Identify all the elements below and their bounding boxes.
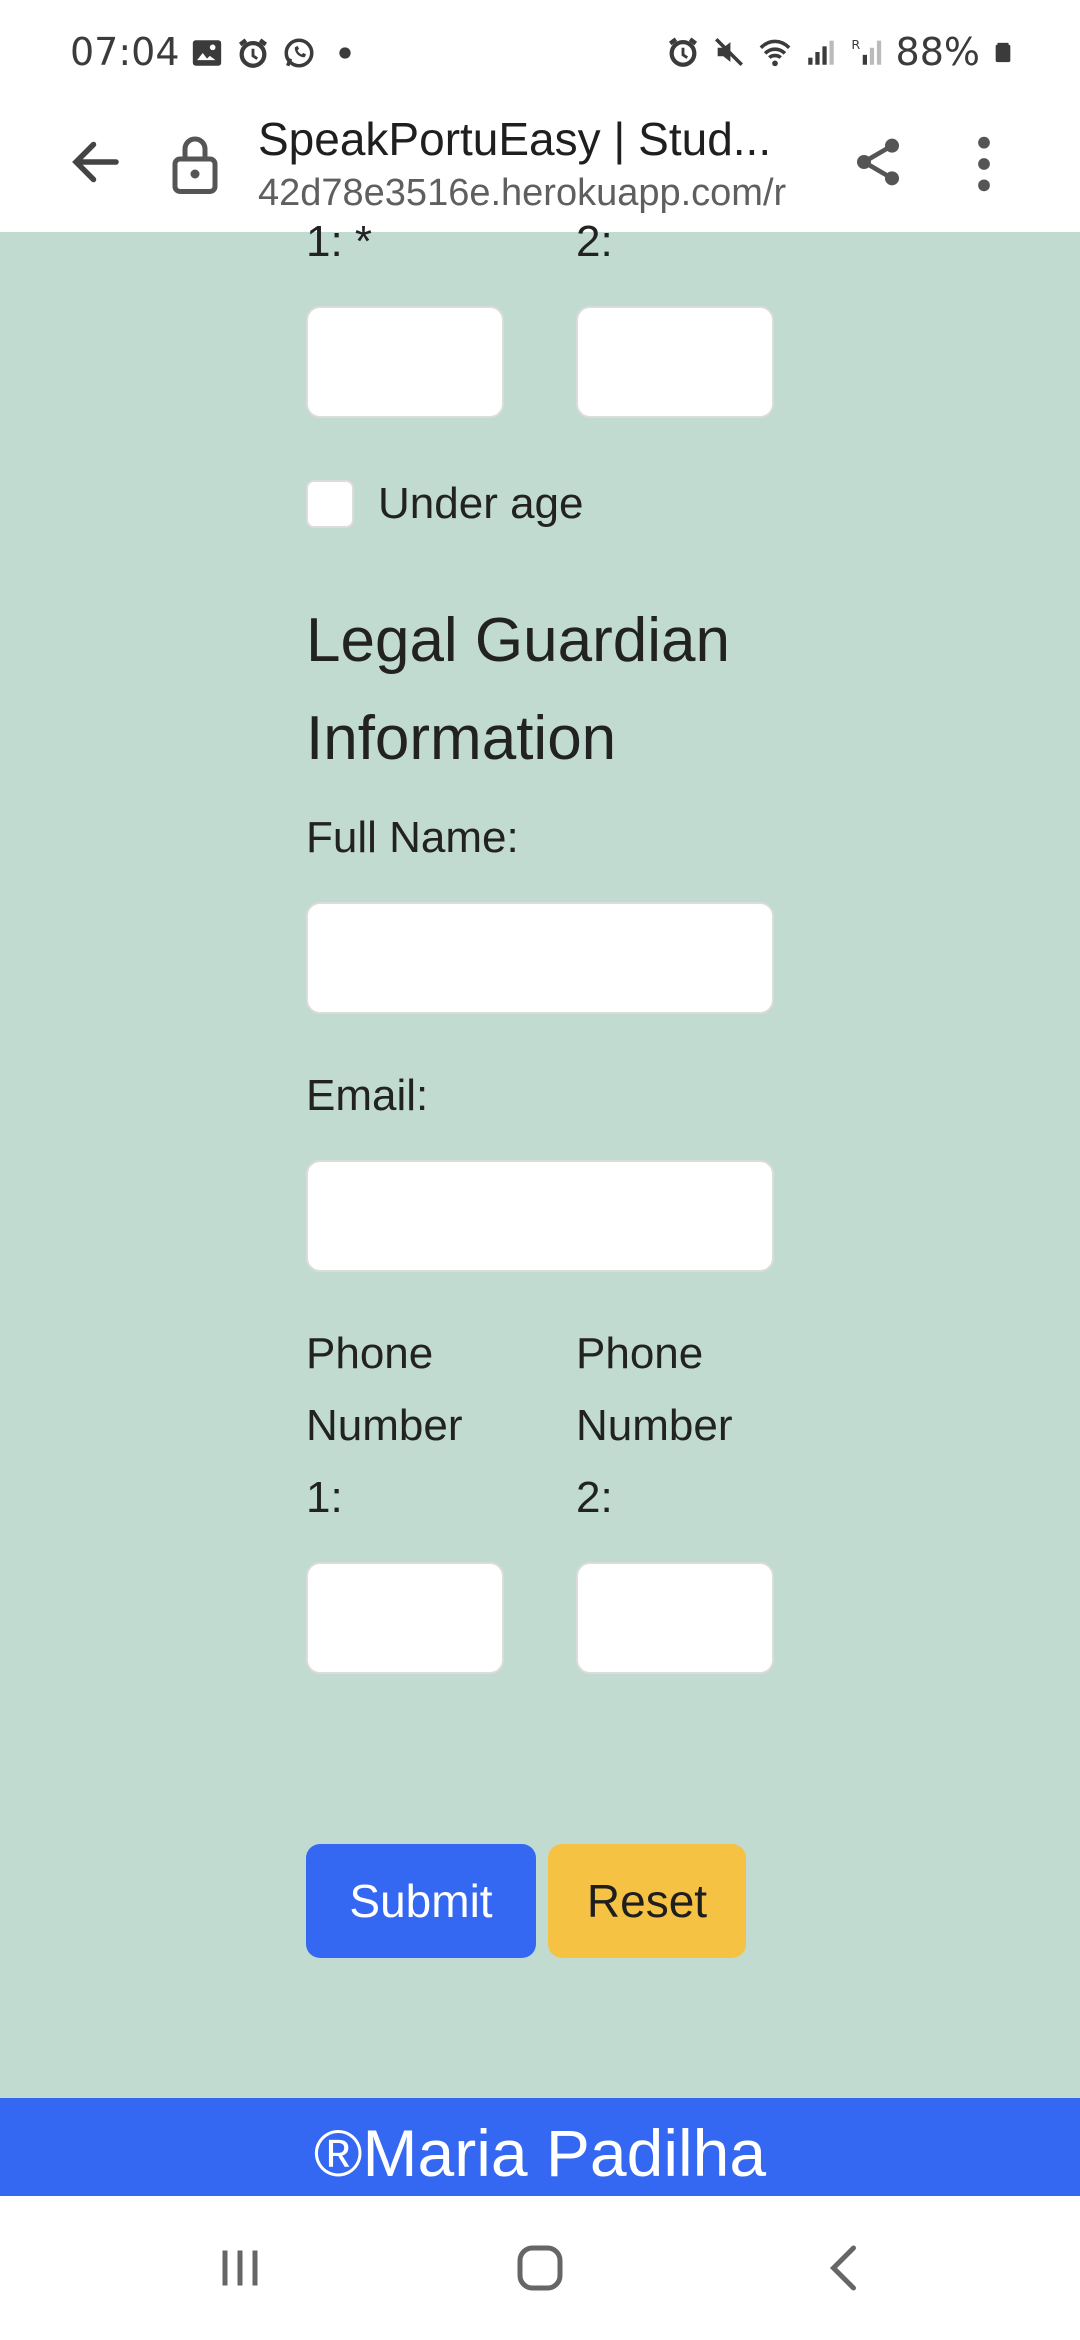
wifi-icon — [759, 39, 790, 67]
guardian-phone-1-label: Phone Number 1: — [306, 1329, 463, 1522]
guardian-phone-1-input[interactable] — [306, 1562, 504, 1674]
footer: ®Maria Padilha — [0, 2098, 1080, 2196]
back-arrow-icon[interactable] — [66, 132, 126, 192]
image-icon — [192, 40, 222, 66]
status-bar: 07:04 R 88% — [0, 0, 1080, 112]
dot-icon — [339, 47, 351, 59]
system-nav-bar — [0, 2196, 1080, 2340]
status-time: 07:04 — [70, 30, 180, 74]
signal-roaming-icon: R — [851, 38, 881, 65]
status-left-icons — [190, 36, 362, 70]
battery-percentage: 88% — [895, 30, 980, 74]
under-age-checkbox[interactable] — [306, 480, 354, 528]
browser-toolbar: SpeakPortuEasy | Stud... 42d78e3516e.her… — [0, 112, 1080, 232]
under-age-label: Under age — [378, 479, 584, 528]
phone-1-label-tail: 1: * — [306, 217, 373, 266]
student-phone-1-input[interactable] — [306, 306, 504, 418]
guardian-email-input[interactable] — [306, 1160, 774, 1272]
form-area: 1: * 2: Under age Legal Guardian Informa… — [0, 217, 1080, 2098]
guardian-full-name-input[interactable] — [306, 902, 774, 1014]
more-options-icon[interactable] — [966, 132, 1002, 196]
guardian-heading: Legal Guardian Information — [306, 606, 730, 773]
back-icon[interactable] — [816, 2238, 876, 2298]
footer-copyright: ®Maria Padilha — [313, 2116, 767, 2190]
reset-button[interactable]: Reset — [548, 1844, 746, 1958]
email-label: Email: — [306, 1071, 429, 1120]
battery-icon — [995, 42, 1011, 63]
svg-text:R: R — [851, 38, 860, 53]
alarm-icon — [668, 37, 697, 67]
home-icon[interactable] — [510, 2238, 570, 2298]
submit-button[interactable]: Submit — [306, 1844, 536, 1958]
lock-icon[interactable] — [170, 134, 220, 194]
recent-apps-icon[interactable] — [210, 2238, 270, 2298]
guardian-phone-2-label: Phone Number 2: — [576, 1329, 733, 1522]
share-icon[interactable] — [850, 132, 906, 192]
mute-icon — [714, 37, 743, 67]
guardian-phone-2-input[interactable] — [576, 1562, 774, 1674]
signal-icon — [807, 40, 834, 65]
student-phone-2-input[interactable] — [576, 306, 774, 418]
page-title[interactable]: SpeakPortuEasy | Stud... — [258, 112, 798, 172]
full-name-label: Full Name: — [306, 813, 519, 862]
alarm-icon — [238, 38, 268, 68]
status-right-icons: R 88% — [666, 30, 1014, 74]
phone-2-label-tail: 2: — [576, 217, 613, 266]
whatsapp-icon — [284, 38, 314, 68]
